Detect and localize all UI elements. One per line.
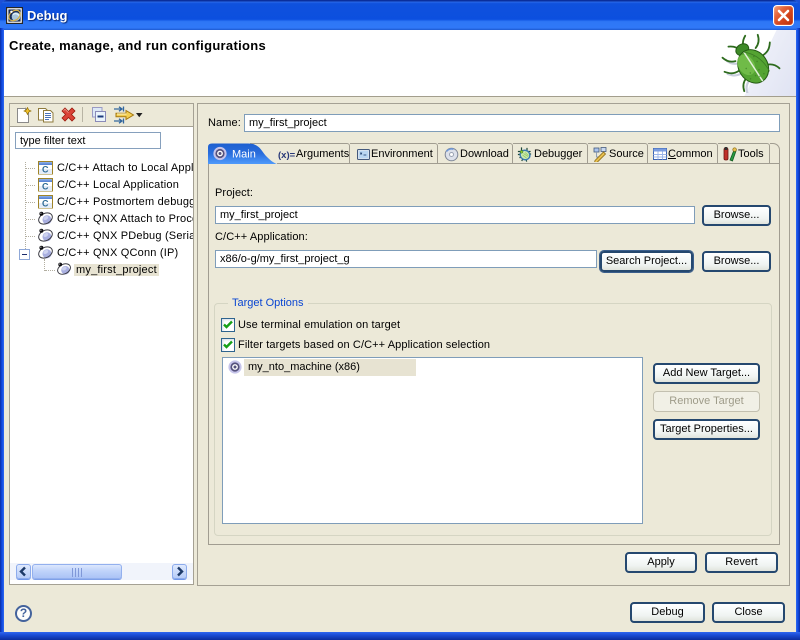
svg-text:C: C bbox=[42, 199, 49, 209]
svg-text:C: C bbox=[42, 165, 49, 175]
svg-text:(x)=: (x)= bbox=[278, 150, 295, 160]
svg-text:Main: Main bbox=[232, 149, 256, 161]
svg-text:C: C bbox=[42, 182, 49, 192]
